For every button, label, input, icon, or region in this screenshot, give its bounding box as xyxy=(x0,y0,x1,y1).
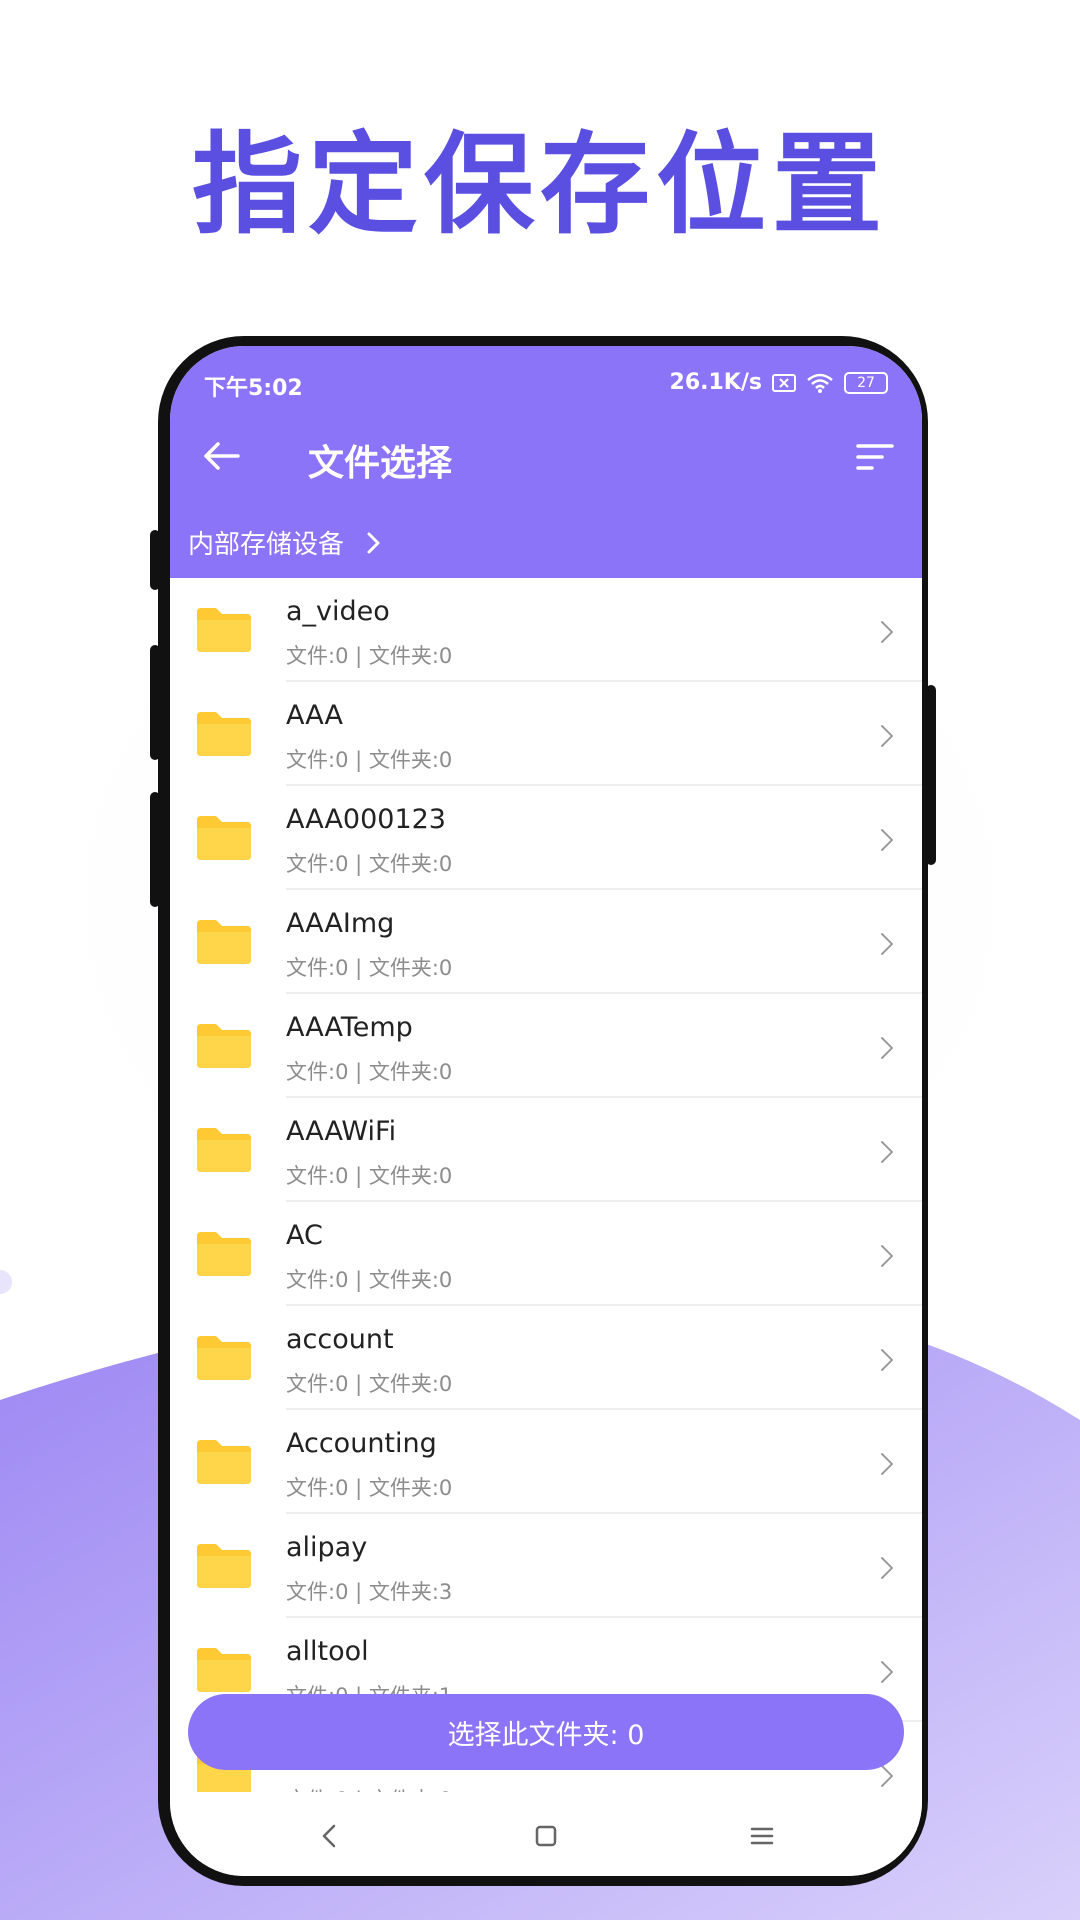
folder-row[interactable]: AAA 文件:0 | 文件夹:0 xyxy=(170,682,922,786)
app-bar: 下午5:02 26.1K/s 27 文件选择 内部存储设备 xyxy=(170,346,922,578)
folder-meta: 文件:0 | 文件夹:3 xyxy=(286,1580,453,1604)
folder-name: Accounting xyxy=(286,1428,437,1459)
folder-icon xyxy=(197,608,251,652)
folder-row[interactable]: alipay 文件:0 | 文件夹:3 xyxy=(170,1514,922,1618)
folder-meta: 文件:0 | 文件夹:0 xyxy=(286,852,453,876)
folder-name: AAA000123 xyxy=(286,804,446,835)
folder-icon xyxy=(197,1232,251,1276)
folder-row[interactable]: AAATemp 文件:0 | 文件夹:0 xyxy=(170,994,922,1098)
chevron-right-icon xyxy=(881,1661,893,1683)
app-title: 文件选择 xyxy=(308,443,453,484)
chevron-right-icon xyxy=(881,725,893,747)
network-speed: 26.1K/s xyxy=(669,370,762,395)
chevron-right-icon xyxy=(881,1037,893,1059)
folder-meta: 文件:0 | 文件夹:0 xyxy=(286,1476,453,1500)
system-nav-bar xyxy=(170,1792,922,1876)
folder-name: AAAImg xyxy=(286,908,395,939)
chevron-right-icon xyxy=(367,532,380,553)
folder-name: account xyxy=(286,1324,394,1355)
chevron-right-icon xyxy=(881,933,893,955)
folder-row[interactable]: account 文件:0 | 文件夹:0 xyxy=(170,1306,922,1410)
sim-icon xyxy=(772,373,796,392)
sort-icon[interactable] xyxy=(850,432,900,482)
folder-meta: 文件:0 | 文件夹:0 xyxy=(286,644,453,668)
nav-home-icon[interactable] xyxy=(526,1816,566,1856)
folder-icon xyxy=(197,1648,251,1692)
folder-meta: 文件:0 | 文件夹:0 xyxy=(286,956,453,980)
folder-row[interactable]: AAAImg 文件:0 | 文件夹:0 xyxy=(170,890,922,994)
folder-name: alipay xyxy=(286,1532,368,1563)
folder-meta: 文件:0 | 文件夹:0 xyxy=(286,1372,453,1396)
chevron-right-icon xyxy=(881,621,893,643)
phone-side-button xyxy=(150,645,160,760)
folder-row[interactable]: AAAWiFi 文件:0 | 文件夹:0 xyxy=(170,1098,922,1202)
chevron-right-icon xyxy=(881,1141,893,1163)
folder-name: AAATemp xyxy=(286,1012,413,1043)
nav-menu-icon[interactable] xyxy=(742,1816,782,1856)
folder-name: AAA xyxy=(286,700,343,731)
wifi-icon xyxy=(807,373,833,393)
chevron-right-icon xyxy=(881,829,893,851)
folder-icon xyxy=(197,1440,251,1484)
folder-icon xyxy=(197,920,251,964)
folder-row[interactable]: a_video 文件:0 | 文件夹:0 xyxy=(170,578,922,682)
back-arrow-icon[interactable] xyxy=(194,428,250,484)
folder-name: AC xyxy=(286,1220,323,1251)
phone-power-button xyxy=(926,685,936,865)
folder-name: AAAWiFi xyxy=(286,1116,397,1147)
select-folder-button[interactable]: 选择此文件夹: 0 xyxy=(188,1694,904,1770)
breadcrumb-label: 内部存储设备 xyxy=(188,530,345,560)
nav-back-icon[interactable] xyxy=(310,1816,350,1856)
folder-meta: 文件:0 | 文件夹:0 xyxy=(286,1268,453,1292)
chevron-right-icon xyxy=(881,1453,893,1475)
folder-icon xyxy=(197,1128,251,1172)
folder-list: a_video 文件:0 | 文件夹:0 AAA 文件:0 | 文件夹:0 AAA000… xyxy=(170,578,922,1826)
folder-meta: 文件:0 | 文件夹:0 xyxy=(286,748,453,772)
folder-icon xyxy=(197,1336,251,1380)
chevron-right-icon xyxy=(881,1349,893,1371)
phone-screen: 下午5:02 26.1K/s 27 文件选择 内部存储设备 a_video 文件… xyxy=(170,346,922,1876)
breadcrumb[interactable]: 内部存储设备 xyxy=(188,524,382,561)
chevron-right-icon xyxy=(881,1557,893,1579)
folder-icon xyxy=(197,712,251,756)
status-time: 下午5:02 xyxy=(204,376,303,401)
folder-row[interactable]: AC 文件:0 | 文件夹:0 xyxy=(170,1202,922,1306)
folder-icon xyxy=(197,816,251,860)
page-headline: 指定保存位置 xyxy=(192,121,888,249)
phone-side-button xyxy=(150,792,160,907)
folder-icon xyxy=(197,1544,251,1588)
status-bar: 下午5:02 26.1K/s 27 xyxy=(204,362,888,406)
status-right: 26.1K/s 27 xyxy=(670,370,888,395)
folder-icon xyxy=(197,1024,251,1068)
phone-side-button xyxy=(150,530,160,590)
folder-name: alltool xyxy=(286,1636,369,1667)
chevron-right-icon xyxy=(881,1245,893,1267)
folder-meta: 文件:0 | 文件夹:0 xyxy=(286,1060,453,1084)
folder-name: a_video xyxy=(286,596,390,627)
folder-row[interactable]: Accounting 文件:0 | 文件夹:0 xyxy=(170,1410,922,1514)
folder-row[interactable]: AAA000123 文件:0 | 文件夹:0 xyxy=(170,786,922,890)
battery-icon: 27 xyxy=(844,371,888,394)
folder-meta: 文件:0 | 文件夹:0 xyxy=(286,1164,453,1188)
